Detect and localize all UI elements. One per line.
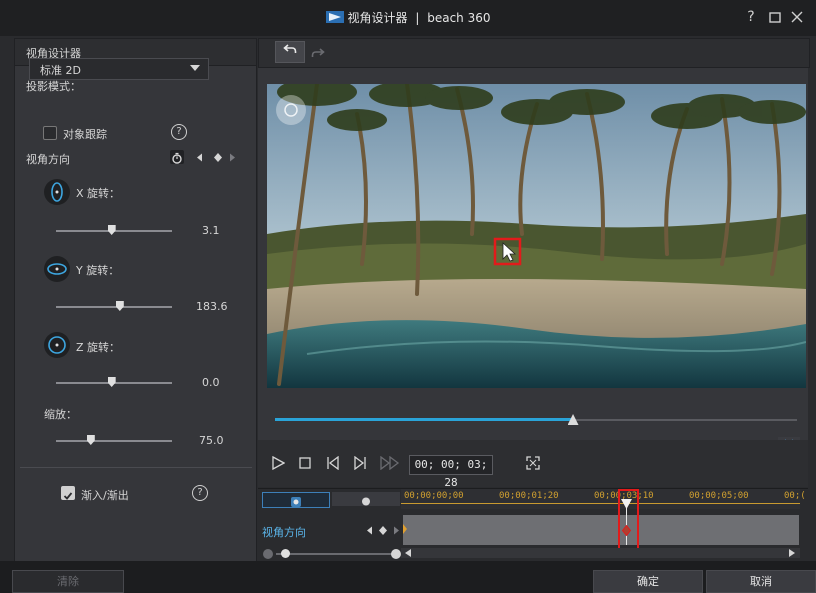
undo-icon [283, 44, 297, 53]
timeline-zoom-thumb[interactable] [281, 549, 290, 558]
seek-progress [275, 418, 573, 421]
chevron-down-icon [190, 65, 200, 71]
fade-checkbox[interactable] [61, 486, 75, 500]
timeline-zoom-track[interactable] [276, 553, 394, 555]
help-icon[interactable]: ? [742, 8, 760, 26]
zoom-value: 75.0 [199, 434, 224, 447]
timeline-tab-view[interactable] [262, 492, 330, 508]
track-object-label: 对象跟踪 [63, 128, 107, 141]
maximize-icon[interactable] [766, 8, 784, 26]
app-logo-icon [325, 11, 344, 23]
z-rotation-value: 0.0 [202, 376, 220, 389]
ruler-label: 00;( [784, 491, 806, 501]
track-object-help-icon[interactable]: ? [171, 124, 187, 140]
y-rotation-value: 183.6 [196, 300, 228, 313]
z-rotation-label: Z 旋转： [76, 341, 121, 354]
track-object-checkbox[interactable] [43, 126, 57, 140]
window-title-text: 视角设计器 [347, 11, 408, 25]
timecode-display[interactable]: 00; 00; 03; 28 [409, 455, 493, 489]
view-direction-icon [291, 497, 301, 507]
window-title: 视角设计器 | beach 360 [0, 9, 816, 26]
timeline-tab-keyframe[interactable] [332, 492, 400, 506]
highlight-box [618, 489, 639, 553]
ruler-baseline [401, 503, 800, 504]
keyframe-nav-controls[interactable] [196, 153, 236, 162]
cancel-button[interactable]: 取消 [706, 570, 816, 593]
ruler-label: 00;00;00;00 [404, 491, 464, 501]
project-name: beach 360 [427, 11, 491, 25]
x-rotation-label: X 旋转： [76, 187, 121, 200]
close-icon[interactable] [788, 8, 806, 26]
fade-help-icon[interactable]: ? [192, 485, 208, 501]
fullscreen-icon[interactable] [526, 456, 540, 470]
timeline-track-label: 视角方向 [262, 526, 306, 539]
keyframe-timer-button[interactable] [170, 150, 184, 164]
beach-360-preview[interactable] [267, 84, 806, 388]
view-direction-label: 视角方向 [26, 153, 70, 166]
previous-frame-icon[interactable] [326, 456, 340, 470]
scroll-left-icon[interactable] [404, 549, 412, 557]
ok-button[interactable]: 确定 [593, 570, 703, 593]
fast-forward-icon[interactable] [380, 456, 400, 470]
zoom-in-icon[interactable] [391, 549, 401, 559]
z-rotation-icon [44, 332, 70, 358]
projection-select[interactable]: 标准 2D [29, 58, 209, 80]
y-rotation-label: Y 旋转： [76, 264, 120, 277]
projection-label: 投影模式： [26, 80, 81, 93]
redo-button[interactable] [307, 44, 329, 60]
undo-button[interactable] [275, 41, 305, 63]
fade-label: 渐入/渐出 [81, 489, 129, 502]
timeline-scrollbar[interactable] [401, 548, 800, 558]
x-rotation-icon [44, 179, 70, 205]
video-toolbar [258, 38, 810, 68]
ruler-label: 00;00;05;00 [689, 491, 749, 501]
ruler-label: 00;00;01;20 [499, 491, 559, 501]
timeline-keyframe-nav[interactable] [366, 526, 402, 535]
play-icon[interactable] [271, 456, 285, 470]
divider [20, 467, 252, 468]
x-rotation-value: 3.1 [202, 224, 220, 237]
redo-icon [311, 48, 325, 57]
keyframe-timer-icon [362, 497, 370, 506]
checkmark-icon [63, 492, 73, 500]
title-separator: | [415, 11, 420, 25]
y-rotation-icon [44, 256, 70, 282]
zoom-track[interactable] [56, 440, 172, 442]
projection-select-value: 标准 2D [40, 64, 81, 77]
navigation-pad-icon[interactable] [276, 95, 306, 125]
keyframe-marker[interactable] [402, 524, 408, 534]
zoom-label: 缩放： [44, 408, 77, 421]
stop-icon[interactable] [299, 457, 311, 469]
next-frame-icon[interactable] [353, 456, 367, 470]
timeline-track[interactable] [403, 515, 799, 545]
scroll-right-icon[interactable] [788, 549, 796, 557]
zoom-out-icon[interactable] [263, 549, 273, 559]
y-rotation-track[interactable] [56, 306, 172, 308]
clear-button[interactable]: 清除 [12, 570, 124, 593]
